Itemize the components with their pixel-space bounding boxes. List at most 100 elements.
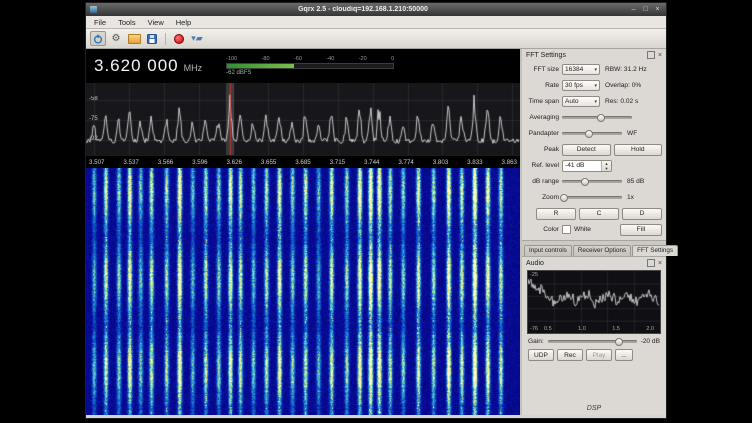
freq-scale-label: 3.626 xyxy=(227,159,242,166)
zoom-slider[interactable] xyxy=(562,193,622,202)
fft-size-combo[interactable]: 16384 ▾ xyxy=(562,64,600,75)
waterfall xyxy=(86,168,520,415)
frequency-display[interactable]: 3.620 000 MHz xyxy=(94,56,202,76)
toolbar-separator xyxy=(165,33,166,45)
close-button[interactable]: × xyxy=(653,5,662,14)
spin-buttons[interactable]: ▴ ▾ xyxy=(601,161,611,171)
waterfall-canvas[interactable] xyxy=(86,168,520,415)
zoom-center-button[interactable]: C xyxy=(579,208,619,220)
folder-icon xyxy=(128,34,141,44)
fft-dock-header: FFT Settings × xyxy=(522,49,666,61)
load-settings-button[interactable] xyxy=(126,31,142,46)
zoom-demod-button[interactable]: D xyxy=(622,208,662,220)
slider-handle[interactable] xyxy=(597,114,605,122)
tab-fft-settings[interactable]: FFT Settings xyxy=(632,245,678,256)
audio-y-top-label: -25 xyxy=(530,272,538,278)
dock-float-icon[interactable] xyxy=(647,259,655,267)
freq-scale-label: 3.803 xyxy=(433,159,448,166)
meter-tick: -100 xyxy=(226,56,237,62)
floppy-icon xyxy=(147,34,157,44)
udp-button[interactable]: UDP xyxy=(528,349,554,361)
titlebar[interactable]: Gqrx 2.5 - cloudiq=192.168.1.210:50000 –… xyxy=(86,3,666,16)
color-white-checkbox[interactable] xyxy=(562,225,571,234)
fill-button[interactable]: Fill xyxy=(620,224,662,236)
iq-record-button[interactable] xyxy=(171,31,187,46)
gear-icon: ⚙ xyxy=(112,34,121,44)
color-label: Color xyxy=(526,226,559,233)
maximize-button[interactable]: □ xyxy=(641,5,650,14)
dsp-label: DSP xyxy=(522,403,666,415)
frequency-unit: MHz xyxy=(184,63,203,73)
time-span-value: Auto xyxy=(565,98,594,105)
dock-column: FFT Settings × FFT size 16384 ▾ RBW: 31.… xyxy=(520,49,666,415)
tab-input-controls[interactable]: Input controls xyxy=(524,245,572,256)
audio-canvas[interactable] xyxy=(528,271,660,333)
audio-options-button[interactable]: ... xyxy=(615,349,633,361)
rate-combo[interactable]: 30 fps ▾ xyxy=(562,80,600,91)
rbw-info: RBW: 31.2 Hz xyxy=(605,66,647,73)
audio-x-ticks: 0.5 1.0 1.5 2.0 xyxy=(544,326,654,332)
slider-handle[interactable] xyxy=(581,178,589,186)
meter-fill xyxy=(227,64,293,68)
freq-scale-label: 3.774 xyxy=(398,159,413,166)
menu-view[interactable]: View xyxy=(142,18,170,27)
toolbar: ⚙ ▾▰ xyxy=(86,29,666,49)
frequency-row: 3.620 000 MHz -100 -80 -60 -40 -20 0 xyxy=(86,49,520,83)
slider-handle[interactable] xyxy=(615,338,623,346)
ref-level-spinbox[interactable]: -41 dB ▴ ▾ xyxy=(562,160,612,172)
gain-label: Gain: xyxy=(528,338,544,345)
app-icon xyxy=(90,6,97,13)
bookmarks-button[interactable]: ▾▰ xyxy=(189,31,205,46)
spin-down-icon[interactable]: ▾ xyxy=(602,166,611,171)
audio-gain-row: Gain: -20 dB xyxy=(522,336,666,347)
slider-groove xyxy=(548,340,637,343)
dock-close-icon[interactable]: × xyxy=(658,52,662,59)
freq-scale-label: 3.596 xyxy=(192,159,207,166)
main-area: 3.620 000 MHz -100 -80 -60 -40 -20 0 xyxy=(86,49,666,415)
audio-gain-slider[interactable] xyxy=(548,337,637,346)
peak-label: Peak xyxy=(526,146,559,153)
window-title: Gqrx 2.5 - cloudiq=192.168.1.210:50000 xyxy=(100,6,626,13)
power-icon xyxy=(93,34,103,44)
minimize-button[interactable]: – xyxy=(629,5,638,14)
frequency-scale[interactable]: 3.507 3.537 3.566 3.596 3.626 3.655 3.68… xyxy=(86,155,520,168)
menu-file[interactable]: File xyxy=(88,18,112,27)
save-settings-button[interactable] xyxy=(144,31,160,46)
chevron-down-icon: ▾ xyxy=(594,67,597,73)
pandapter-wf-split-slider[interactable] xyxy=(562,129,622,138)
play-button[interactable]: Play xyxy=(586,349,612,361)
slider-handle[interactable] xyxy=(585,130,593,138)
averaging-slider[interactable] xyxy=(562,113,632,122)
freq-scale-label: 3.537 xyxy=(123,159,138,166)
dsp-power-button[interactable] xyxy=(90,31,106,46)
freq-scale-label: 3.833 xyxy=(467,159,482,166)
pandapter-canvas[interactable] xyxy=(86,83,520,155)
tab-receiver-options[interactable]: Receiver Options xyxy=(573,245,631,256)
configure-io-button[interactable]: ⚙ xyxy=(108,31,124,46)
freq-scale-label: 3.744 xyxy=(364,159,379,166)
time-span-combo[interactable]: Auto ▾ xyxy=(562,96,600,107)
dock-close-icon[interactable]: × xyxy=(658,260,662,267)
db-range-slider[interactable] xyxy=(562,177,622,186)
signal-meter: -100 -80 -60 -40 -20 0 -62 dBFS xyxy=(226,56,394,76)
pandapter-y-label: -75 xyxy=(89,116,98,122)
rec-button[interactable]: Rec xyxy=(557,349,583,361)
slider-groove xyxy=(562,196,622,199)
bookmark-icon: ▾▰ xyxy=(191,34,202,43)
zoom-label: Zoom xyxy=(526,194,559,201)
menu-help[interactable]: Help xyxy=(170,18,197,27)
frequency-digits[interactable]: 3.620 000 xyxy=(94,56,179,76)
res-info: Res: 0.02 s xyxy=(605,98,638,105)
meter-tick: -80 xyxy=(262,56,270,62)
audio-x-tick: 2.0 xyxy=(646,326,654,332)
peak-detect-button[interactable]: Detect xyxy=(562,144,611,156)
ref-level-label: Ref. level xyxy=(526,162,559,169)
time-span-label: Time span xyxy=(526,98,559,105)
zoom-reset-button[interactable]: R xyxy=(536,208,576,220)
white-label: White xyxy=(574,226,591,233)
peak-hold-button[interactable]: Hold xyxy=(614,144,663,156)
zoom-value: 1x xyxy=(627,194,634,201)
slider-handle[interactable] xyxy=(560,194,568,202)
menu-tools[interactable]: Tools xyxy=(112,18,142,27)
dock-float-icon[interactable] xyxy=(647,51,655,59)
